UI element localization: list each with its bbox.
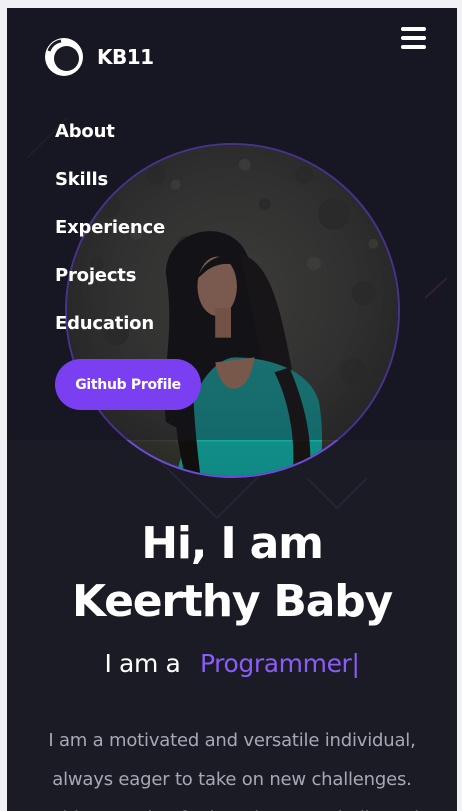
description-line: always eager to take on new challenges. [52, 769, 412, 790]
brand-logo[interactable]: KB11 [43, 36, 154, 78]
hero-description: I am a motivated and versatile individua… [7, 721, 457, 811]
nav-item-about[interactable]: About [55, 121, 115, 142]
nav-item-skills[interactable]: Skills [55, 169, 108, 190]
page-frame: KB11 About Skills Experience Projects Ed… [7, 8, 457, 811]
ring-logo-icon [45, 38, 83, 76]
nav-item-experience[interactable]: Experience [55, 217, 165, 238]
description-line: I am a motivated and versatile individua… [48, 730, 416, 751]
nav-item-education[interactable]: Education [55, 313, 154, 334]
hero-greeting: Hi, I am [141, 518, 324, 569]
hero-name: Keerthy Baby [71, 576, 393, 627]
role-word: Programmer [199, 649, 352, 678]
brand-name: KB11 [97, 45, 154, 69]
github-profile-button[interactable]: Github Profile [55, 359, 201, 410]
typing-cursor: | [351, 649, 360, 678]
description-line: With a passion for learning I am dedicat… [7, 799, 457, 811]
hamburger-menu-icon[interactable] [399, 26, 429, 52]
nav-item-projects[interactable]: Projects [55, 265, 136, 286]
role-prefix: I am a [104, 649, 181, 678]
role-line: I am a Programmer| [7, 649, 457, 678]
